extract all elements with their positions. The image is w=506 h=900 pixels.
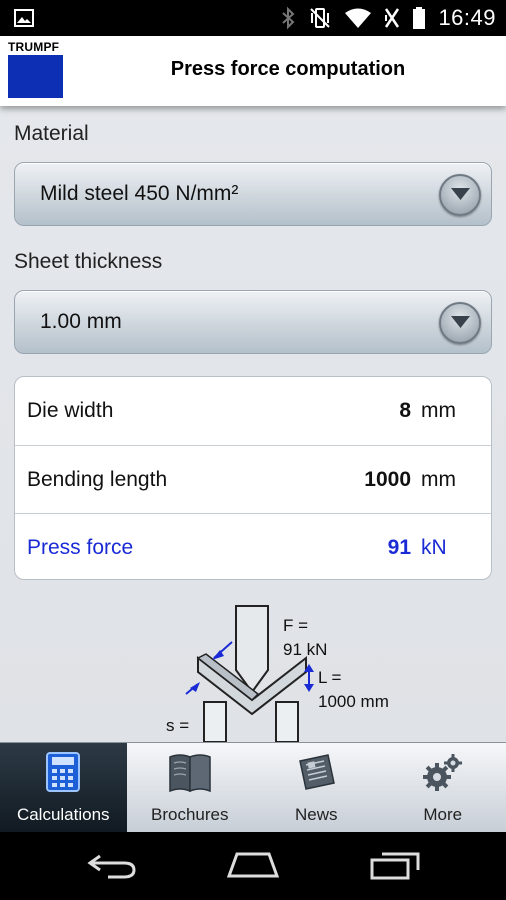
gears-icon (422, 754, 462, 791)
row-label: Die width (27, 399, 114, 422)
app-header: TRUMPF Press force computation (0, 36, 506, 106)
tab-label: News (294, 805, 338, 824)
row-label: Press force (27, 536, 134, 559)
press-force-row: Press force 91 kN (15, 513, 491, 579)
clock: 16:49 (438, 5, 496, 30)
die-width-row[interactable]: Die width 8 mm (15, 377, 491, 445)
tab-label: More (423, 805, 463, 824)
tab-calculations[interactable]: Calculations (0, 743, 127, 832)
tab-bar: Calculations Brochures News More (0, 742, 506, 832)
recent-apps-icon[interactable] (370, 850, 420, 880)
chevron-down-icon (439, 302, 481, 344)
newspaper-icon (299, 754, 336, 790)
tab-news[interactable]: News (253, 743, 380, 832)
row-unit: mm (421, 399, 456, 422)
material-value: Mild steel 450 N/mm² (40, 182, 239, 205)
main-content: Material Mild steel 450 N/mm² Sheet thic… (0, 106, 506, 742)
logo-text: TRUMPF (8, 40, 60, 54)
wifi-icon (345, 8, 372, 28)
home-icon[interactable] (226, 850, 280, 880)
image-icon (14, 9, 34, 27)
bluetooth-icon (282, 6, 295, 30)
thickness-label: Sheet thickness (14, 250, 163, 273)
tab-label: Brochures (151, 805, 229, 824)
material-label: Material (14, 122, 89, 145)
logo (8, 55, 63, 98)
results-card: Die width 8 mm Bending length 1000 mm Pr… (14, 376, 492, 580)
row-unit: kN (421, 536, 447, 559)
book-icon (169, 754, 211, 793)
row-unit: mm (421, 468, 456, 491)
chevron-down-icon (439, 174, 481, 216)
back-icon[interactable] (86, 850, 138, 880)
battery-icon (413, 7, 426, 29)
material-select[interactable]: Mild steel 450 N/mm² (14, 162, 492, 226)
system-nav-bar (0, 832, 506, 900)
row-label: Bending length (27, 468, 168, 491)
tab-more[interactable]: More (380, 743, 506, 832)
length-value: 1000 mm (318, 692, 389, 711)
vibrate-icon (385, 8, 400, 28)
vibrate-icon (310, 8, 331, 28)
status-bar: 16:49 (0, 0, 506, 36)
row-value: 8 (399, 399, 411, 422)
tab-brochures[interactable]: Brochures (127, 743, 254, 832)
row-value: 91 (387, 536, 411, 559)
thickness-select[interactable]: 1.00 mm (14, 290, 492, 354)
length-label: L = (318, 668, 342, 687)
thickness-value: 1.00 mm (40, 310, 122, 333)
calculator-icon (46, 752, 81, 792)
force-label: F = (283, 616, 309, 635)
page-title: Press force computation (170, 58, 406, 80)
bending-diagram: F = 91 kN L = 1000 mm s = (140, 602, 420, 742)
row-value: 1000 (364, 468, 411, 491)
force-value: 91 kN (283, 640, 328, 659)
tab-label: Calculations (16, 805, 110, 824)
thickness-label: s = (166, 716, 190, 735)
bending-length-row[interactable]: Bending length 1000 mm (15, 445, 491, 513)
